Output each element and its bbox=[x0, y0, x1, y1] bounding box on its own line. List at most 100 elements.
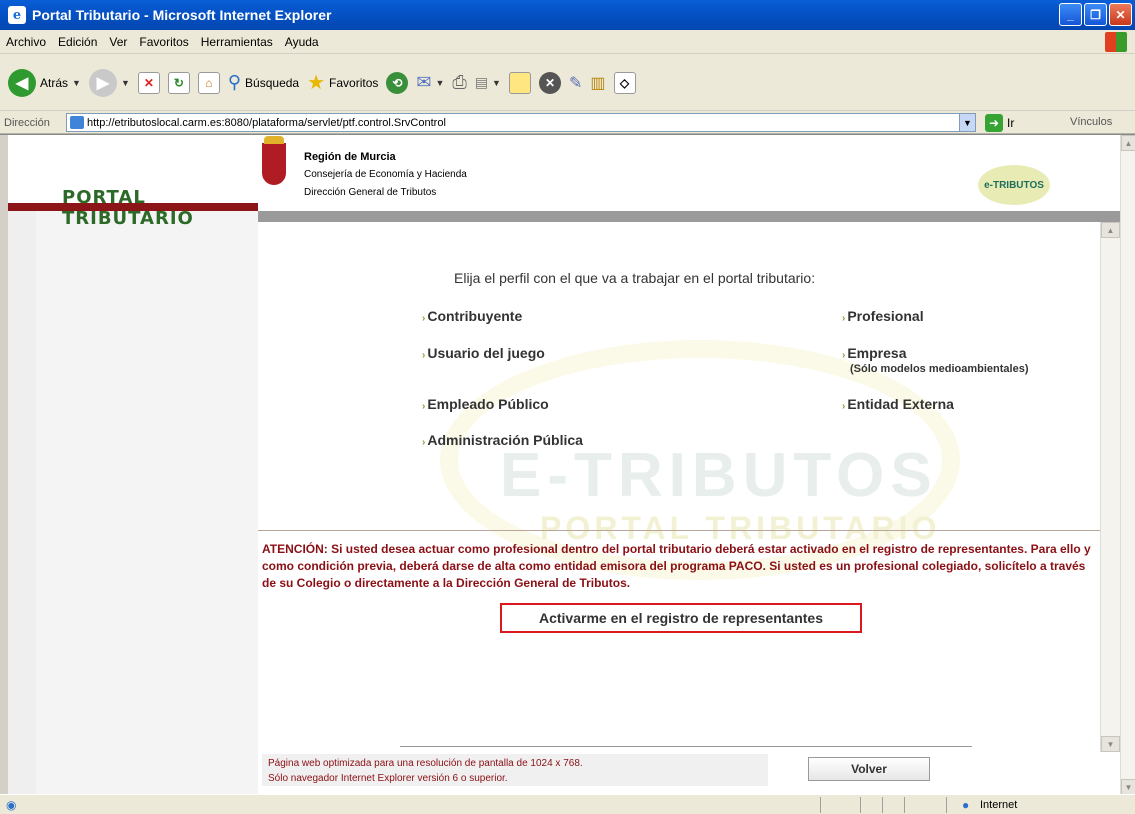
footer-divider bbox=[400, 746, 972, 747]
header-brand-area: PORTAL TRIBUTARIO bbox=[8, 135, 258, 229]
status-divider bbox=[860, 797, 861, 813]
menu-favoritos[interactable]: Favoritos bbox=[139, 35, 188, 49]
toolbar: ◀ Atrás ▼ ▶ ▼ ✕ ↻ ⌂ ⚲ Búsqueda ★ Favorit… bbox=[0, 55, 1135, 111]
menu-ayuda[interactable]: Ayuda bbox=[285, 35, 319, 49]
diamond-icon: ◇ bbox=[613, 71, 636, 94]
status-divider bbox=[946, 797, 947, 813]
forward-arrow-icon: ▶ bbox=[88, 68, 117, 97]
menu-ver[interactable]: Ver bbox=[109, 35, 127, 49]
links-label[interactable]: Vínculos bbox=[1070, 116, 1112, 128]
footer-note-line1: Página web optimizada para una resolució… bbox=[268, 758, 583, 769]
status-divider bbox=[882, 797, 883, 813]
maximize-button[interactable]: ❐ bbox=[1084, 3, 1107, 26]
star-icon: ★ bbox=[307, 72, 326, 94]
history-icon: ⟲ bbox=[386, 71, 409, 94]
address-dropdown-icon[interactable]: ▼ bbox=[959, 114, 975, 131]
menu-archivo[interactable]: Archivo bbox=[6, 35, 46, 49]
history-button[interactable]: ⟲ bbox=[386, 71, 409, 94]
warning-text: ATENCIÓN: Si usted desea actuar como pro… bbox=[262, 542, 1091, 590]
stop-icon: ✕ bbox=[137, 71, 160, 94]
bullet-arrow-icon: › bbox=[842, 350, 846, 361]
directorate-name: Dirección General de Tributos bbox=[304, 187, 437, 198]
department-name: Consejería de Economía y Hacienda bbox=[304, 169, 467, 180]
status-divider bbox=[904, 797, 905, 813]
edit-dropdown-icon[interactable]: ▼ bbox=[492, 78, 501, 88]
refresh-button[interactable]: ↻ bbox=[167, 71, 190, 94]
sidebar-crest-background bbox=[36, 135, 258, 795]
go-button[interactable]: ➜ Ir bbox=[985, 113, 1014, 133]
option-profesional[interactable]: › Profesional bbox=[842, 308, 924, 324]
bullet-arrow-icon: › bbox=[842, 401, 846, 412]
address-bar: Dirección http://etributoslocal.carm.es:… bbox=[0, 112, 1135, 134]
messenger-icon: ✕ bbox=[538, 71, 561, 94]
windows-logo-icon bbox=[1105, 32, 1127, 52]
footer-note: Página web optimizada para una resolució… bbox=[262, 754, 768, 786]
search-button[interactable]: ⚲ Búsqueda bbox=[228, 72, 299, 93]
title-bar: e Portal Tributario - Microsoft Internet… bbox=[0, 0, 1135, 30]
globe-icon: ● bbox=[962, 798, 970, 812]
mail-dropdown-icon[interactable]: ▼ bbox=[435, 78, 444, 88]
bullet-arrow-icon: › bbox=[422, 350, 426, 361]
bullet-arrow-icon: › bbox=[422, 313, 426, 324]
snap-button[interactable]: ◇ bbox=[613, 71, 636, 94]
stop-button[interactable]: ✕ bbox=[137, 71, 160, 94]
back-button[interactable]: ◀ Atrás ▼ bbox=[8, 68, 81, 97]
back-page-button[interactable]: Volver bbox=[808, 757, 930, 781]
research-button[interactable]: ✎ bbox=[569, 73, 582, 93]
left-sidebar bbox=[8, 135, 258, 795]
content-divider bbox=[258, 530, 1100, 531]
page-status-icon: ◉ bbox=[6, 797, 17, 812]
search-icon: ⚲ bbox=[227, 72, 242, 92]
mail-button[interactable]: ✉ ▼ bbox=[416, 72, 444, 93]
window-scroll-up-icon[interactable]: ▲ bbox=[1121, 135, 1135, 151]
menu-edicion[interactable]: Edición bbox=[58, 35, 97, 49]
watermark-logo: E-TRIBUTOS bbox=[500, 441, 938, 510]
page-icon bbox=[70, 116, 84, 129]
option-empresa[interactable]: › Empresa (Sólo modelos medioambientales) bbox=[842, 345, 1028, 375]
option-administracion-publica[interactable]: › Administración Pública bbox=[422, 432, 583, 448]
scroll-up-icon[interactable]: ▲ bbox=[1101, 222, 1120, 238]
back-label: Atrás bbox=[40, 75, 69, 90]
window-scroll-down-icon[interactable]: ▼ bbox=[1121, 779, 1135, 795]
menu-bar: Archivo Edición Ver Favoritos Herramient… bbox=[0, 30, 1135, 54]
back-dropdown-icon[interactable]: ▼ bbox=[72, 78, 81, 88]
close-button[interactable]: ✕ bbox=[1109, 3, 1132, 26]
ie-icon: e bbox=[8, 6, 26, 24]
bookmarks-button[interactable]: ▥ bbox=[590, 73, 605, 93]
edit-button[interactable]: ▤ ▼ bbox=[475, 74, 501, 91]
favorites-button[interactable]: ★ Favoritos bbox=[307, 70, 378, 95]
window-scrollbar[interactable]: ▲ ▼ bbox=[1120, 135, 1135, 795]
option-usuario-juego[interactable]: › Usuario del juego bbox=[422, 345, 545, 361]
refresh-icon: ↻ bbox=[167, 71, 190, 94]
address-url: http://etributoslocal.carm.es:8080/plata… bbox=[87, 116, 446, 129]
home-button[interactable]: ⌂ bbox=[197, 71, 220, 94]
menu-herramientas[interactable]: Herramientas bbox=[201, 35, 273, 49]
register-representatives-button[interactable]: Activarme en el registro de representant… bbox=[500, 603, 862, 633]
etributos-logo: e-TRIBUTOS bbox=[978, 165, 1050, 205]
book-icon: ▥ bbox=[590, 74, 606, 92]
address-label: Dirección bbox=[4, 116, 50, 129]
forward-dropdown-icon[interactable]: ▼ bbox=[121, 78, 130, 88]
go-arrow-icon: ➜ bbox=[985, 114, 1003, 132]
print-button[interactable]: ⎙ bbox=[452, 72, 466, 93]
mail-icon: ✉ bbox=[416, 72, 432, 92]
minimize-button[interactable]: _ bbox=[1059, 3, 1082, 26]
option-entidad-externa[interactable]: › Entidad Externa bbox=[842, 396, 954, 412]
discuss-button[interactable] bbox=[508, 71, 531, 94]
forward-button[interactable]: ▶ ▼ bbox=[88, 68, 130, 97]
messenger-button[interactable]: ✕ bbox=[538, 71, 561, 94]
viewport-left-edge bbox=[0, 135, 8, 795]
region-name: Región de Murcia bbox=[304, 151, 396, 163]
status-bar: ◉ ● Internet bbox=[0, 794, 1135, 814]
option-empleado-publico[interactable]: › Empleado Público bbox=[422, 396, 549, 412]
content-scrollbar[interactable]: ▲ ▼ bbox=[1100, 222, 1120, 752]
note-icon bbox=[508, 71, 531, 94]
edit-icon: ▤ bbox=[474, 74, 489, 90]
option-contribuyente[interactable]: › Contribuyente bbox=[422, 308, 522, 324]
header-divider bbox=[258, 211, 1120, 222]
address-input[interactable]: http://etributoslocal.carm.es:8080/plata… bbox=[66, 113, 976, 132]
print-icon: ⎙ bbox=[452, 72, 467, 92]
scroll-down-icon[interactable]: ▼ bbox=[1101, 736, 1120, 752]
empresa-note: (Sólo modelos medioambientales) bbox=[850, 363, 1029, 375]
go-label: Ir bbox=[1007, 116, 1015, 130]
